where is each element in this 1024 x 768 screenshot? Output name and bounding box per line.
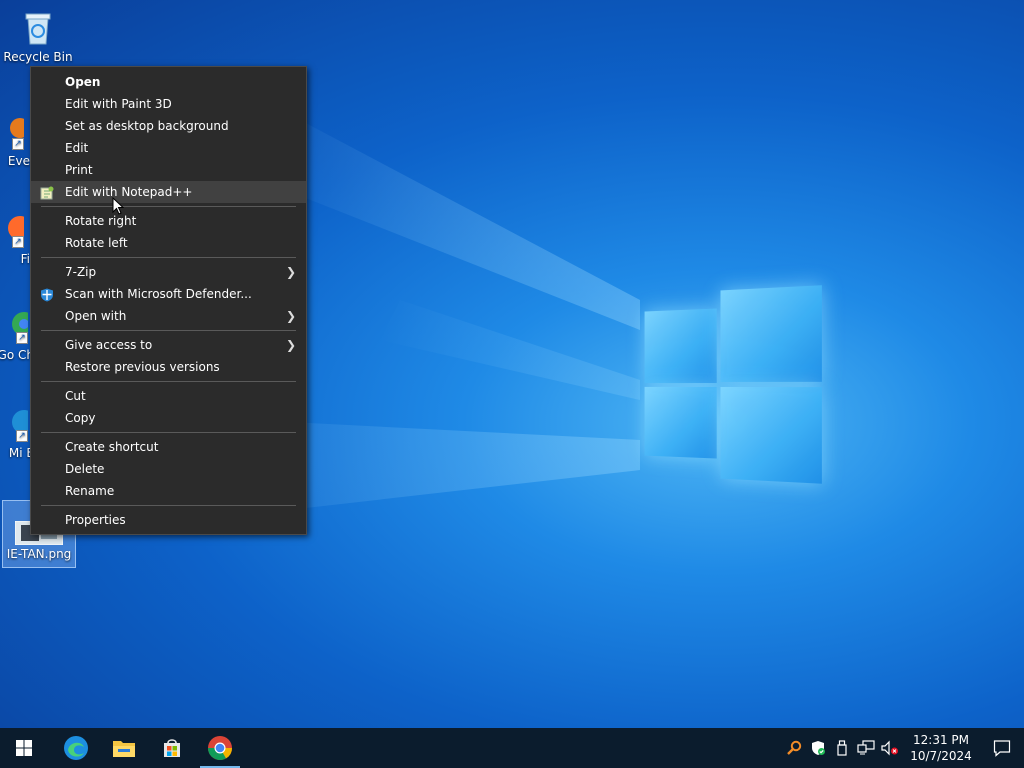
- system-tray: 12:31 PM 10/7/2024: [782, 728, 1024, 768]
- chevron-right-icon: ❯: [285, 338, 296, 352]
- menu-item-edit-paint-3d[interactable]: Edit with Paint 3D: [31, 93, 306, 115]
- menu-separator: [41, 505, 296, 506]
- tray-clock[interactable]: 12:31 PM 10/7/2024: [902, 732, 980, 764]
- context-menu: Open Edit with Paint 3D Set as desktop b…: [30, 66, 307, 535]
- desktop-icon-label: Fi: [20, 252, 30, 266]
- chrome-icon: [208, 736, 232, 761]
- recycle-bin-icon: [18, 8, 58, 48]
- edge-icon: [64, 736, 88, 760]
- clock-time: 12:31 PM: [913, 733, 969, 747]
- desktop-icon-everything[interactable]: ↗ Eve: [0, 112, 30, 168]
- network-icon: [857, 740, 875, 755]
- taskbar-chrome-button[interactable]: [196, 728, 244, 768]
- firefox-icon: ↗: [0, 210, 32, 250]
- desktop-icon-edge[interactable]: ↗ Mi E: [0, 404, 36, 460]
- menu-separator: [41, 432, 296, 433]
- menu-item-label: Rename: [65, 484, 115, 498]
- menu-item-cut[interactable]: Cut: [31, 385, 306, 407]
- volume-muted-icon: [881, 740, 898, 756]
- menu-item-open-with[interactable]: Open with ❯: [31, 305, 306, 327]
- menu-item-create-shortcut[interactable]: Create shortcut: [31, 436, 306, 458]
- microsoft-store-icon: [164, 739, 180, 757]
- menu-item-label: Rotate left: [65, 236, 128, 250]
- desktop-icon-firefox[interactable]: ↗ Fi: [0, 210, 32, 266]
- menu-item-open[interactable]: Open: [31, 71, 306, 93]
- menu-item-label: Create shortcut: [65, 440, 159, 454]
- mouse-cursor-icon: [112, 197, 124, 215]
- desktop-icon-recycle-bin[interactable]: Recycle Bin: [3, 8, 73, 64]
- menu-item-give-access-to[interactable]: Give access to ❯: [31, 334, 306, 356]
- desktop-icon-label: Mi E: [8, 446, 34, 460]
- tray-search-magnifier-button[interactable]: [782, 740, 806, 756]
- desktop-icon-label: Eve: [7, 154, 30, 168]
- tray-network-button[interactable]: [854, 740, 878, 756]
- action-center-button[interactable]: [980, 739, 1024, 757]
- chevron-right-icon: ❯: [285, 309, 296, 323]
- tray-usb-button[interactable]: [830, 740, 854, 756]
- desktop-icon-chrome[interactable]: ↗ Go Ch: [0, 306, 36, 362]
- tray-security-button[interactable]: [806, 740, 830, 756]
- desktop-icon-label: Recycle Bin: [3, 50, 73, 64]
- menu-separator: [41, 381, 296, 382]
- menu-item-properties[interactable]: Properties: [31, 509, 306, 531]
- taskbar-file-explorer-button[interactable]: [100, 728, 148, 768]
- menu-separator: [41, 257, 296, 258]
- menu-item-edit-notepad-plus-plus[interactable]: Edit with Notepad++: [31, 181, 306, 203]
- menu-item-copy[interactable]: Copy: [31, 407, 306, 429]
- menu-item-label: Restore previous versions: [65, 360, 220, 374]
- notification-icon: [993, 740, 1011, 757]
- file-explorer-icon: [113, 741, 135, 757]
- menu-item-rotate-right[interactable]: Rotate right: [31, 210, 306, 232]
- defender-shield-icon: [40, 287, 54, 302]
- menu-item-label: Copy: [65, 411, 96, 425]
- menu-item-label: Scan with Microsoft Defender...: [65, 287, 252, 301]
- taskbar-store-button[interactable]: [148, 728, 196, 768]
- menu-item-label: Delete: [65, 462, 105, 476]
- desktop-icon-label: Go Ch: [0, 348, 34, 362]
- menu-item-7zip[interactable]: 7-Zip ❯: [31, 261, 306, 283]
- usb-device-icon: [837, 740, 847, 756]
- menu-item-label: 7-Zip: [65, 265, 97, 279]
- menu-item-scan-defender[interactable]: Scan with Microsoft Defender...: [31, 283, 306, 305]
- windows-security-icon: [812, 741, 825, 755]
- desktop-icon-label: IE-TAN.png: [6, 547, 72, 561]
- notepad-plus-plus-icon: [40, 185, 54, 200]
- edge-icon: ↗: [4, 404, 36, 444]
- menu-item-rename[interactable]: Rename: [31, 480, 306, 502]
- menu-item-edit[interactable]: Edit: [31, 137, 306, 159]
- menu-item-rotate-left[interactable]: Rotate left: [31, 232, 306, 254]
- menu-item-label: Edit with Paint 3D: [65, 97, 172, 111]
- menu-item-label: Edit with Notepad++: [65, 185, 193, 199]
- menu-item-label: Properties: [65, 513, 126, 527]
- menu-item-set-desktop-background[interactable]: Set as desktop background: [31, 115, 306, 137]
- taskbar: 12:31 PM 10/7/2024: [0, 728, 1024, 768]
- clock-date: 10/7/2024: [910, 749, 972, 763]
- menu-item-label: Open with: [65, 309, 127, 323]
- everything-icon: ↗: [0, 112, 30, 152]
- start-button[interactable]: [0, 728, 48, 768]
- menu-item-restore-previous-versions[interactable]: Restore previous versions: [31, 356, 306, 378]
- taskbar-edge-button[interactable]: [52, 728, 100, 768]
- chevron-right-icon: ❯: [285, 265, 296, 279]
- menu-item-label: Open: [65, 75, 101, 89]
- start-icon: [16, 740, 32, 756]
- menu-item-label: Give access to: [65, 338, 153, 352]
- menu-item-label: Print: [65, 163, 93, 177]
- tray-volume-button[interactable]: [878, 740, 902, 756]
- menu-item-label: Set as desktop background: [65, 119, 229, 133]
- menu-item-label: Rotate right: [65, 214, 137, 228]
- magnifier-icon: [787, 740, 802, 755]
- windows-logo-wallpaper: [644, 285, 822, 485]
- menu-item-label: Edit: [65, 141, 89, 155]
- menu-item-print[interactable]: Print: [31, 159, 306, 181]
- menu-item-delete[interactable]: Delete: [31, 458, 306, 480]
- menu-item-label: Cut: [65, 389, 86, 403]
- menu-separator: [41, 206, 296, 207]
- chrome-icon: ↗: [4, 306, 36, 346]
- menu-separator: [41, 330, 296, 331]
